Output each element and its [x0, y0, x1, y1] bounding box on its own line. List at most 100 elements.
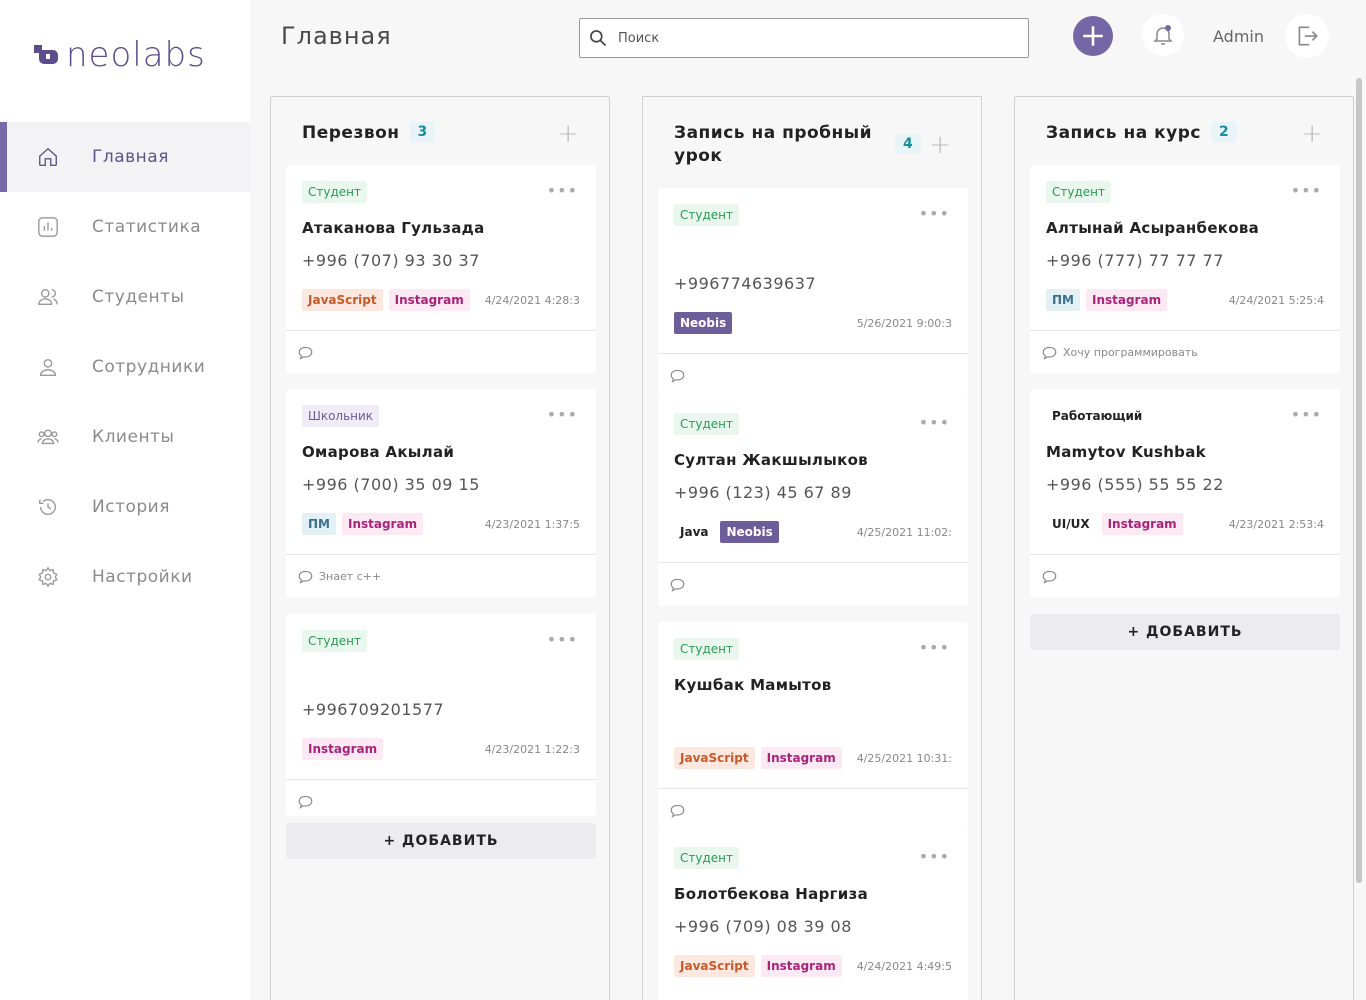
card-date: 4/24/2021 5:25:4 [1228, 294, 1324, 307]
card-comment[interactable] [658, 788, 968, 832]
card-tags: Instagram 4/23/2021 1:22:3 [302, 737, 580, 761]
add-button[interactable] [1073, 16, 1113, 56]
bell-icon [1153, 25, 1173, 45]
notifications-button[interactable] [1142, 14, 1184, 56]
card-phone: +996 (123) 45 67 89 [674, 483, 852, 502]
more-icon[interactable]: ••• [547, 630, 578, 649]
more-icon[interactable]: ••• [547, 405, 578, 424]
tag: ПМ [1046, 289, 1080, 311]
card-name: Султан Жакшылыков [674, 451, 868, 469]
tag: Instagram [388, 289, 470, 311]
comment-icon [1042, 346, 1057, 360]
lead-card[interactable]: Студент ••• Алтынай Асыранбекова +996 (7… [1030, 165, 1340, 374]
scrollbar[interactable] [1356, 78, 1362, 883]
lead-card[interactable]: Работающий ••• Mamytov Kushbak +996 (555… [1030, 389, 1340, 598]
sidebar-item-history[interactable]: История [0, 472, 250, 542]
card-phone: +996 (777) 77 77 77 [1046, 251, 1224, 270]
tag: Instagram [302, 738, 384, 760]
sidebar-nav: Главная Статистика Студенты Сотрудники К… [0, 122, 250, 612]
status-badge: Студент [674, 638, 739, 660]
more-icon[interactable]: ••• [1291, 181, 1322, 200]
card-comment[interactable] [658, 562, 968, 606]
card-date: 4/23/2021 1:22:3 [484, 743, 580, 756]
lead-card[interactable]: Студент ••• +996709201577 Instagram 4/23… [286, 614, 596, 816]
card-tags: ПМ Instagram 4/23/2021 1:37:5 [302, 512, 580, 536]
card-date: 4/24/2021 4:28:3 [484, 294, 580, 307]
card-name: Омарова Акылай [302, 443, 455, 461]
card-comment[interactable]: Знает с++ [286, 554, 596, 598]
column-count-badge: 3 [409, 122, 436, 142]
column-add-icon[interactable]: + [557, 121, 579, 147]
add-card-button[interactable]: + ДОБАВИТЬ [1030, 614, 1340, 650]
sidebar-item-students[interactable]: Студенты [0, 262, 250, 332]
settings-icon [36, 565, 60, 589]
sidebar-item-stats[interactable]: Статистика [0, 192, 250, 262]
column-add-icon[interactable]: + [929, 132, 951, 158]
card-name: Mamytov Kushbak [1046, 443, 1206, 461]
card-name: Атаканова Гульзада [302, 219, 485, 237]
comment-icon [298, 570, 313, 584]
user-name[interactable]: Admin [1213, 27, 1264, 46]
lead-card[interactable]: Студент ••• +996774639637 Neobis 5/26/20… [658, 188, 968, 397]
card-phone: +996 (700) 35 09 15 [302, 475, 480, 494]
logo[interactable]: neolabs [34, 38, 206, 72]
card-name: Алтынай Асыранбекова [1046, 219, 1260, 237]
card-comment[interactable] [286, 779, 596, 823]
sidebar-item-settings[interactable]: Настройки [0, 542, 250, 612]
tag: Instagram [1085, 289, 1168, 311]
card-comment[interactable] [286, 330, 596, 374]
card-name: Кушбак Мамытов [674, 676, 832, 694]
status-badge: Студент [302, 181, 367, 203]
card-phone: +996 (707) 93 30 37 [302, 251, 480, 270]
column-course-enrollment: Запись на курс 2 + Студент ••• Алтынай Ас… [1014, 96, 1354, 1000]
tag: Neobis [720, 521, 779, 543]
status-badge: Студент [302, 630, 367, 652]
lead-card[interactable]: Школьник ••• Омарова Акылай +996 (700) 3… [286, 389, 596, 598]
tag: UI/UX [1052, 517, 1090, 531]
home-icon [36, 145, 60, 169]
comment-text: Хочу программировать [1063, 346, 1198, 359]
sidebar-item-home[interactable]: Главная [0, 122, 250, 192]
comment-icon [1042, 570, 1057, 584]
comment-text: Знает с++ [319, 570, 382, 583]
card-tags: ПМ Instagram 4/24/2021 5:25:4 [1046, 288, 1324, 312]
more-icon[interactable]: ••• [919, 847, 950, 866]
more-icon[interactable]: ••• [919, 413, 950, 432]
column-callback: Перезвон 3 + Студент ••• Атаканова Гульза… [270, 96, 610, 1000]
logout-icon [1298, 26, 1318, 46]
sidebar-item-label: Клиенты [92, 427, 175, 447]
sidebar-item-clients[interactable]: Клиенты [0, 402, 250, 472]
sidebar: neolabs Главная Статистика Студенты Сотр… [0, 0, 250, 1000]
search-input[interactable] [618, 30, 1018, 46]
card-phone [674, 708, 952, 728]
sidebar-item-label: Студенты [92, 287, 185, 307]
more-icon[interactable]: ••• [1291, 405, 1322, 424]
status-badge: Студент [674, 847, 739, 869]
card-comment[interactable] [1030, 554, 1340, 598]
search-box[interactable] [579, 18, 1029, 58]
card-tags: UI/UX Instagram 4/23/2021 2:53:4 [1046, 512, 1324, 536]
logout-button[interactable] [1285, 14, 1329, 58]
more-icon[interactable]: ••• [547, 181, 578, 200]
students-icon [36, 285, 60, 309]
card-date: 5/26/2021 9:00:3 [856, 317, 952, 330]
status-badge: Студент [674, 204, 739, 226]
card-comment[interactable] [658, 353, 968, 397]
comment-icon [670, 578, 685, 592]
add-card-button[interactable]: + ДОБАВИТЬ [286, 823, 596, 859]
sidebar-item-employees[interactable]: Сотрудники [0, 332, 250, 402]
clients-icon [36, 425, 60, 449]
lead-card[interactable]: Студент ••• Болотбекова Наргиза +996 (70… [658, 831, 968, 1000]
card-date: 4/23/2021 1:37:5 [484, 518, 580, 531]
more-icon[interactable]: ••• [919, 638, 950, 657]
tag: Instagram [760, 747, 842, 769]
status-badge: Студент [674, 413, 739, 435]
lead-card[interactable]: Студент ••• Атаканова Гульзада +996 (707… [286, 165, 596, 374]
column-add-icon[interactable]: + [1301, 121, 1323, 147]
more-icon[interactable]: ••• [919, 204, 950, 223]
card-comment[interactable]: Хочу программировать [1030, 330, 1340, 374]
tag: JavaScript [674, 747, 755, 769]
tag: Instagram [341, 513, 424, 535]
lead-card[interactable]: Студент ••• Султан Жакшылыков +996 (123)… [658, 397, 968, 606]
lead-card[interactable]: Студент ••• Кушбак Мамытов JavaScript In… [658, 622, 968, 832]
